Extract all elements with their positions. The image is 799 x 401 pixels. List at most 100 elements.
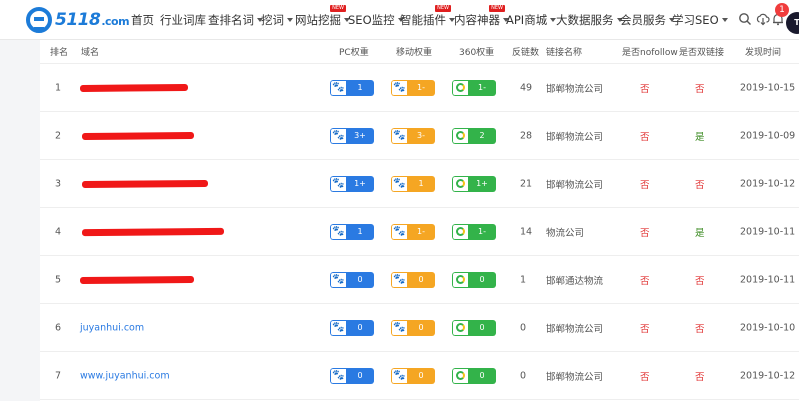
360-logo-icon (456, 179, 465, 188)
table-row: 5 🐾 0 🐾 0 0 1 邯郸通达物流 否 否 2019-10-11 (40, 256, 799, 304)
backlinks-cell: 21 (520, 178, 533, 189)
baidu-mobile-paw-icon: 🐾 (393, 225, 406, 237)
mobile-weight-badge[interactable]: 🐾 0 (391, 367, 435, 384)
domain-link[interactable]: www.juyanhui.com (80, 370, 170, 381)
nav-item-2[interactable]: 查排名词 (208, 12, 263, 28)
baidu-paw-icon: 🐾 (332, 177, 345, 189)
header-360-weight[interactable]: 360权重 (459, 45, 494, 58)
notification-badge: 1 (775, 3, 789, 17)
nav-item-6[interactable]: 智能插件 NEW (400, 5, 455, 28)
bidirectional-cell: 否 (695, 275, 705, 287)
mobile-weight-badge[interactable]: 🐾 0 (391, 319, 435, 336)
link-name-cell: 邯郸物流公司 (546, 131, 604, 143)
360-weight-badge[interactable]: 2 (452, 127, 496, 144)
header-pc-weight[interactable]: PC权重 (339, 45, 369, 58)
pc-weight-badge[interactable]: 🐾 1+ (330, 175, 374, 192)
site-logo[interactable]: 5118.com (26, 7, 130, 33)
redacted-domain (81, 131, 195, 140)
nav-item-1[interactable]: 行业词库 (160, 12, 206, 28)
nav-item-label: 挖词 (261, 13, 284, 27)
baidu-mobile-paw-icon: 🐾 (393, 273, 406, 285)
mobile-weight-badge[interactable]: 🐾 1- (391, 79, 435, 96)
backlinks-cell: 49 (520, 82, 533, 93)
found-time-cell: 2019-10-09 (740, 130, 796, 141)
nav-item-label: 内容神器 (454, 13, 500, 27)
nav-item-label: 行业词库 (160, 13, 206, 27)
backlinks-table: 排名 域名 PC权重 移动权重 360权重 反链数 链接名称 是否nofollo… (40, 40, 799, 401)
pc-weight-badge[interactable]: 🐾 0 (330, 271, 374, 288)
360-weight-badge[interactable]: 0 (452, 367, 496, 384)
nav-item-3[interactable]: 挖词 (261, 12, 293, 28)
user-avatar[interactable]: T (786, 12, 799, 34)
360-logo-icon (456, 83, 465, 92)
360-weight-badge[interactable]: 0 (452, 319, 496, 336)
redacted-domain (81, 227, 225, 236)
nofollow-cell: 否 (640, 323, 650, 335)
header-found-time[interactable]: 发现时间 (745, 45, 781, 58)
bidirectional-cell: 否 (695, 323, 705, 335)
search-icon[interactable] (738, 12, 752, 26)
360-logo-icon (456, 323, 465, 332)
nav-item-label: 大数据服务 (556, 13, 614, 27)
cloud-download-icon[interactable] (756, 12, 770, 26)
found-time-cell: 2019-10-10 (740, 322, 796, 333)
found-time-cell: 2019-10-12 (740, 370, 796, 381)
found-time-cell: 2019-10-11 (740, 274, 796, 285)
top-navigation: 5118.com 首页 行业词库 查排名词 挖词 网站挖掘 NEW SEO监控 智能插件 NEW… (0, 0, 799, 40)
backlinks-cell: 0 (520, 370, 527, 381)
link-name-cell: 邯郸物流公司 (546, 179, 604, 191)
nav-item-5[interactable]: SEO监控 (348, 12, 404, 28)
360-weight-badge[interactable]: 1- (452, 223, 496, 240)
nav-item-8[interactable]: API商城 (506, 12, 557, 28)
nav-item-label: 网站挖掘 (295, 13, 341, 27)
360-weight-badge[interactable]: 0 (452, 271, 496, 288)
nav-item-label: 会员服务 (620, 13, 666, 27)
table-row: 3 🐾 1+ 🐾 1 1+ 21 邯郸物流公司 否 否 2019-10-12 (40, 160, 799, 208)
mobile-weight-badge[interactable]: 🐾 0 (391, 271, 435, 288)
pc-weight-badge[interactable]: 🐾 1 (330, 79, 374, 96)
pc-weight-badge[interactable]: 🐾 0 (330, 367, 374, 384)
baidu-mobile-paw-icon: 🐾 (393, 369, 406, 381)
found-time-cell: 2019-10-11 (740, 226, 796, 237)
link-name-cell: 物流公司 (546, 227, 585, 239)
pc-weight-badge[interactable]: 🐾 3+ (330, 127, 374, 144)
table-row: 7 www.juyanhui.com 🐾 0 🐾 0 0 0 邯郸物流公司 否 否 2019-10-1… (40, 352, 799, 400)
nav-item-11[interactable]: 学习SEO (672, 12, 728, 28)
header-link-name: 链接名称 (546, 48, 583, 58)
nofollow-cell: 否 (640, 275, 650, 287)
header-domain: 域名 (81, 48, 100, 58)
backlinks-cell: 28 (520, 130, 533, 141)
360-weight-badge[interactable]: 1- (452, 79, 496, 96)
nav-item-7[interactable]: 内容神器 NEW (454, 5, 509, 28)
mobile-weight-badge[interactable]: 🐾 3- (391, 127, 435, 144)
nav-item-label: API商城 (506, 13, 548, 27)
nofollow-cell: 否 (640, 227, 650, 239)
nav-item-4[interactable]: 网站挖掘 NEW (295, 5, 350, 28)
baidu-mobile-paw-icon: 🐾 (393, 321, 406, 333)
header-rank[interactable]: 排名 (50, 45, 68, 58)
mobile-weight-badge[interactable]: 🐾 1 (391, 175, 435, 192)
backlinks-cell: 0 (520, 322, 527, 333)
nofollow-cell: 否 (640, 371, 650, 383)
baidu-paw-icon: 🐾 (332, 273, 345, 285)
logo-suffix: .com (101, 15, 130, 28)
360-weight-badge[interactable]: 1+ (452, 175, 496, 192)
header-mobile-weight[interactable]: 移动权重 (396, 45, 432, 58)
baidu-paw-icon: 🐾 (332, 321, 345, 333)
header-backlinks[interactable]: 反链数 (512, 45, 539, 58)
table-row: 2 🐾 3+ 🐾 3- 2 28 邯郸物流公司 否 是 2019-10-09 (40, 112, 799, 160)
domain-link[interactable]: juyanhui.com (80, 322, 144, 333)
nav-item-9[interactable]: 大数据服务 (556, 12, 623, 28)
baidu-paw-icon: 🐾 (332, 369, 345, 381)
rank-cell: 7 (55, 370, 62, 381)
backlinks-cell: 1 (520, 274, 527, 285)
found-time-cell: 2019-10-12 (740, 178, 796, 189)
nav-item-0[interactable]: 首页 (131, 12, 154, 28)
mobile-weight-badge[interactable]: 🐾 1- (391, 223, 435, 240)
baidu-mobile-paw-icon: 🐾 (393, 177, 406, 189)
nav-item-10[interactable]: 会员服务 (620, 12, 675, 28)
pc-weight-badge[interactable]: 🐾 1 (330, 223, 374, 240)
chevron-down-icon (287, 18, 293, 22)
baidu-mobile-paw-icon: 🐾 (393, 81, 406, 93)
pc-weight-badge[interactable]: 🐾 0 (330, 319, 374, 336)
